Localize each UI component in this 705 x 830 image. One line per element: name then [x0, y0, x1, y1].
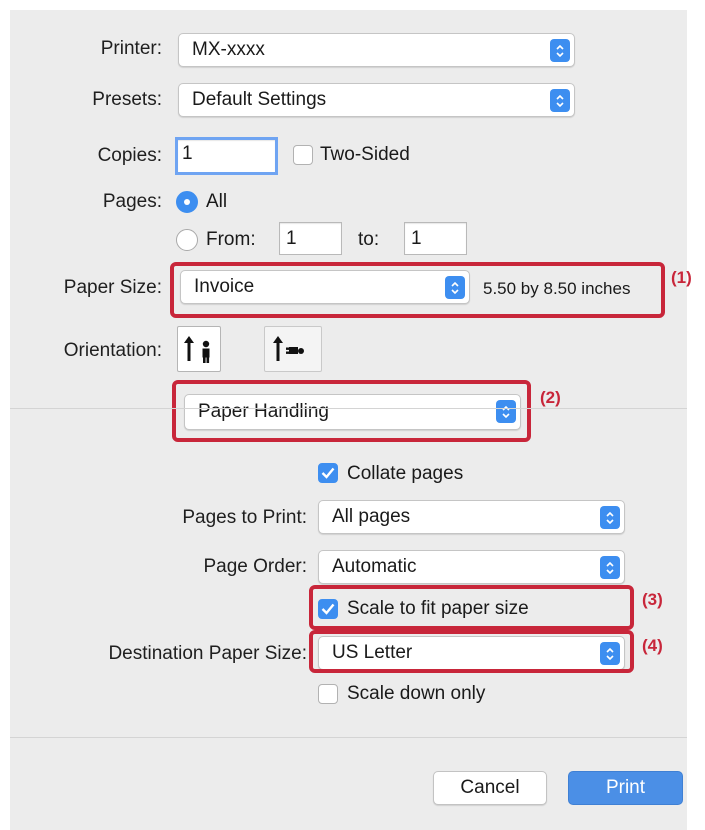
updown-icon — [600, 506, 620, 529]
callout-1: (1) — [671, 268, 692, 287]
printer-label: Printer: — [100, 38, 162, 59]
pages-label: Pages: — [102, 191, 162, 212]
printer-popup[interactable]: MX-xxxx — [178, 33, 575, 67]
orientation-landscape-button[interactable] — [264, 326, 322, 372]
pages-to-print-label: Pages to Print: — [182, 507, 307, 528]
updown-icon — [550, 89, 570, 112]
pages-all-radio[interactable] — [176, 191, 198, 213]
page-order-popup[interactable]: Automatic — [318, 550, 625, 584]
pages-from-field[interactable]: 1 — [279, 222, 342, 255]
orientation-label: Orientation: — [63, 340, 162, 361]
separator — [10, 737, 687, 738]
scale-down-only-label: Scale down only — [347, 683, 486, 704]
callout-box-2 — [172, 380, 531, 442]
pages-from-label: From: — [206, 229, 256, 250]
destination-paper-size-label: Destination Paper Size: — [108, 643, 307, 664]
updown-icon — [600, 556, 620, 579]
two-sided-label: Two-Sided — [320, 144, 410, 165]
landscape-icon — [273, 336, 304, 361]
two-sided-checkbox[interactable] — [293, 145, 313, 165]
callout-box-3 — [309, 585, 634, 630]
updown-icon — [550, 39, 570, 62]
copies-label: Copies: — [97, 145, 162, 166]
portrait-icon — [184, 336, 210, 363]
presets-label: Presets: — [92, 89, 162, 110]
print-button[interactable]: Print — [568, 771, 683, 805]
pages-to-label: to: — [358, 229, 380, 250]
presets-popup[interactable]: Default Settings — [178, 83, 575, 117]
orientation-portrait-button[interactable] — [177, 326, 221, 372]
callout-box-4 — [309, 630, 634, 673]
collate-checkbox[interactable] — [318, 463, 338, 483]
checkmark-icon — [321, 467, 335, 479]
scale-down-only-checkbox[interactable] — [318, 684, 338, 704]
pages-to-print-popup[interactable]: All pages — [318, 500, 625, 534]
page-order-value: Automatic — [332, 556, 417, 577]
pages-to-print-value: All pages — [332, 506, 411, 527]
copies-field[interactable]: 1 — [175, 137, 278, 175]
pages-to-field[interactable]: 1 — [404, 222, 467, 255]
callout-4: (4) — [642, 636, 663, 655]
printer-value: MX-xxxx — [192, 39, 265, 60]
callout-3: (3) — [642, 590, 663, 609]
separator — [10, 408, 687, 409]
paper-size-label: Paper Size: — [63, 277, 162, 298]
cancel-button[interactable]: Cancel — [433, 771, 547, 805]
pages-all-label: All — [206, 191, 228, 212]
page-order-label: Page Order: — [203, 556, 308, 577]
callout-2: (2) — [540, 388, 561, 407]
collate-label: Collate pages — [347, 463, 464, 484]
pages-from-radio[interactable] — [176, 229, 198, 251]
callout-box-1 — [170, 262, 665, 318]
presets-value: Default Settings — [192, 89, 327, 110]
